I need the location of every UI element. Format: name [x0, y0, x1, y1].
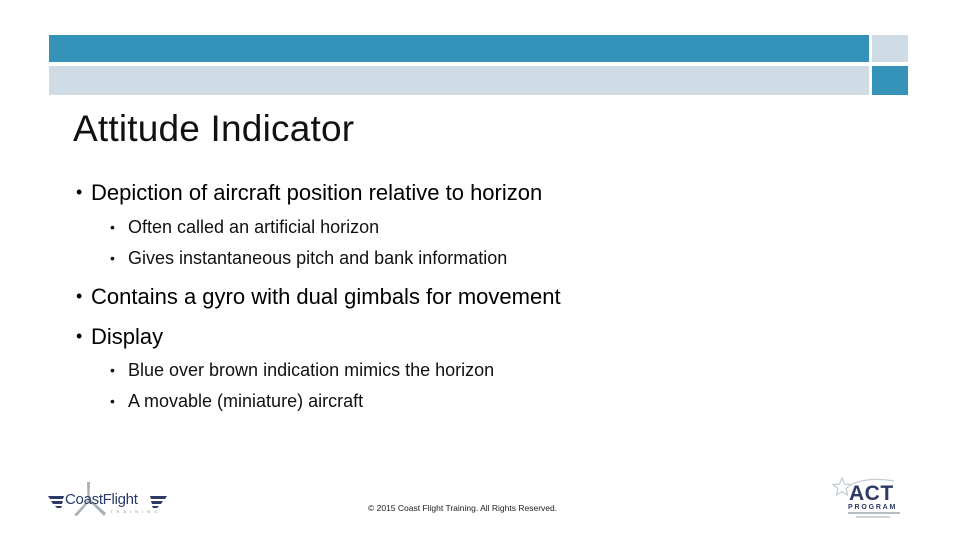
bullet-icon: • [76, 182, 83, 202]
bullet-text: A movable (miniature) aircraft [128, 391, 364, 411]
act-subtitle: PROGRAM [848, 504, 898, 511]
bullet-icon: • [76, 286, 83, 306]
coastflight-subtitle: TRAINING [110, 509, 162, 514]
coastflight-logo: CoastFlight TRAINING [46, 480, 170, 520]
act-wordmark: ACT [849, 482, 894, 505]
bullet-icon: • [110, 393, 115, 409]
header-bar-side-accent [872, 66, 908, 95]
coastflight-wordmark: CoastFlight [65, 491, 138, 508]
bullet-item: • Gives instantaneous pitch and bank inf… [110, 248, 508, 269]
copyright-text: © 2015 Coast Flight Training. All Rights… [368, 503, 558, 513]
slide-title: Attitude Indicator [73, 108, 355, 149]
bullet-icon: • [110, 219, 115, 235]
bullet-text: Gives instantaneous pitch and bank infor… [128, 248, 508, 268]
bullet-text: Often called an artificial horizon [128, 217, 380, 237]
act-program-logo: ACT PROGRAM [832, 476, 908, 520]
bullet-text: Display [91, 324, 164, 349]
bullet-text: Blue over brown indication mimics the ho… [128, 360, 495, 380]
bullet-item: • Often called an artificial horizon [110, 217, 380, 238]
bullet-item: • Display [76, 324, 164, 350]
bullet-text: Contains a gyro with dual gimbals for mo… [91, 284, 561, 309]
bullet-item: • Depiction of aircraft position relativ… [76, 180, 543, 206]
bullet-icon: • [110, 362, 115, 378]
bullet-item: • Contains a gyro with dual gimbals for … [76, 284, 561, 310]
header-bar-side-light [872, 35, 908, 62]
bullet-item: • Blue over brown indication mimics the … [110, 360, 495, 381]
bullet-icon: • [110, 250, 115, 266]
header-bar-light [49, 66, 869, 95]
bullet-item: • A movable (miniature) aircraft [110, 391, 364, 412]
header-bar-accent [49, 35, 869, 62]
bullet-icon: • [76, 326, 83, 346]
bullet-text: Depiction of aircraft position relative … [91, 180, 543, 205]
